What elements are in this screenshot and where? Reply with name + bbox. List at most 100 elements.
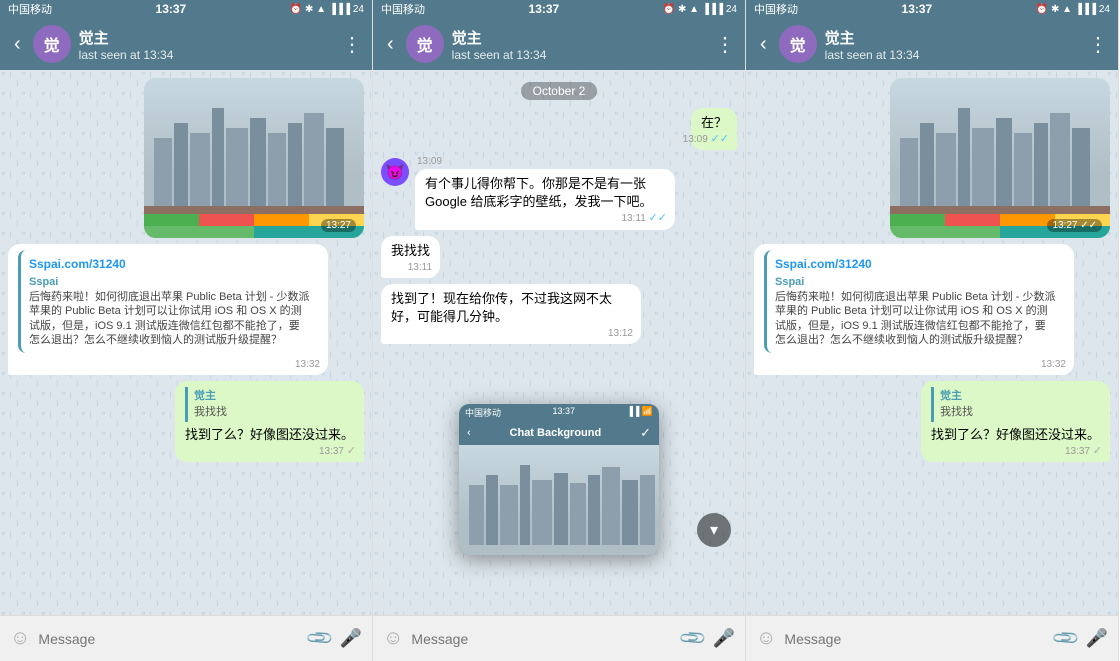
header-info-mid: 觉主 last seen at 13:34 bbox=[452, 27, 707, 62]
date-label: October 2 bbox=[521, 82, 598, 100]
ts-devil: 13:11 ✓✓ bbox=[621, 211, 667, 226]
scroll-down-button[interactable]: ▾ bbox=[697, 513, 731, 547]
more-button-mid[interactable]: ⋮ bbox=[715, 32, 735, 57]
chat-area-right: 13:27 ✓✓ Sspai.com/31240 Sspai 后悔药来啦！如何彻… bbox=[746, 70, 1118, 615]
phone-overlay: 中国移动 13:37 ▐▐ 📶 ‹ Chat Background ✓ bbox=[459, 404, 659, 555]
ph-header: ‹ Chat Background ✓ bbox=[459, 421, 659, 445]
msg-row-link-left: Sspai.com/31240 Sspai 后悔药来啦！如何彻底退出苹果 Pub… bbox=[8, 244, 364, 375]
icons-right: ⏰ ✱ ▲ ▐▐▐ 24 bbox=[1036, 4, 1110, 15]
msg-row-image-left: 13:27 bbox=[8, 78, 364, 238]
attach-button-right[interactable]: 📎 bbox=[1051, 623, 1082, 654]
ts-zai: 13:09 ✓✓ bbox=[683, 132, 729, 147]
avatar-mid: 觉 bbox=[406, 25, 444, 63]
link-bubble-left: Sspai.com/31240 Sspai 后悔药来啦！如何彻底退出苹果 Pub… bbox=[8, 244, 328, 375]
link-desc-left: 后悔药来啦！如何彻底退出苹果 Public Beta 计划 - 少数派 bbox=[29, 290, 310, 304]
carrier-right: 中国移动 bbox=[754, 1, 798, 17]
link-desc2-right: 苹果的 Public Beta 计划可以让你试用 iOS 和 OS X 的测试版… bbox=[775, 304, 1056, 347]
last-seen-right: last seen at 13:34 bbox=[825, 48, 1080, 62]
chat-area-left: 13:27 Sspai.com/31240 Sspai 后悔药来啦！如何彻底退出… bbox=[0, 70, 372, 615]
mic-button-right[interactable]: 🎤 bbox=[1086, 628, 1108, 649]
devil-avatar: 😈 bbox=[381, 158, 409, 186]
icons-mid: ⏰ ✱ ▲ ▐▐▐ 24 bbox=[663, 4, 737, 15]
msg-wozhaozha-row: 我找找 13:11 bbox=[381, 236, 737, 278]
header-mid: ‹ 觉 觉主 last seen at 13:34 ⋮ bbox=[373, 18, 745, 70]
msg-row-reply-right: 觉主 我找找 找到了么？好像图还没过来。 13:37 ✓ bbox=[754, 381, 1110, 462]
emoji-button-mid[interactable]: ☺ bbox=[383, 627, 403, 650]
ph-check-icon[interactable]: ✓ bbox=[640, 425, 651, 441]
link-url-left[interactable]: Sspai.com/31240 bbox=[29, 256, 310, 273]
ph-back[interactable]: ‹ bbox=[467, 427, 471, 439]
panel-right: 中国移动 13:37 ⏰ ✱ ▲ ▐▐▐ 24 ‹ 觉 觉主 last seen… bbox=[746, 0, 1119, 661]
more-button-right[interactable]: ⋮ bbox=[1088, 32, 1108, 57]
bubble-wozhaozha: 我找找 13:11 bbox=[381, 236, 440, 278]
msg-zai: 在？ 13:09 ✓✓ bbox=[381, 108, 737, 150]
last-seen-mid: last seen at 13:34 bbox=[452, 48, 707, 62]
link-card-right: Sspai.com/31240 Sspai 后悔药来啦！如何彻底退出苹果 Pub… bbox=[764, 250, 1064, 353]
image-bubble-left: 13:27 bbox=[144, 78, 364, 238]
link-ts-left: 13:32 bbox=[295, 358, 320, 372]
header-left: ‹ 觉 觉主 last seen at 13:34 ⋮ bbox=[0, 18, 372, 70]
input-bar-right: ☺ 📎 🎤 bbox=[746, 615, 1118, 661]
time-left: 13:37 bbox=[156, 2, 187, 16]
message-input-right[interactable] bbox=[784, 631, 1047, 647]
contact-name-mid: 觉主 bbox=[452, 27, 707, 48]
attach-button-left[interactable]: 📎 bbox=[305, 623, 336, 654]
msg-devil-ts1: 13:09 bbox=[415, 156, 675, 167]
bubble-found: 找到了！现在给你传，不过我这网不太好，可能得几分钟。 13:12 bbox=[381, 284, 641, 344]
chat-background-title: Chat Background bbox=[475, 427, 636, 439]
link-desc1-right: 后悔药来啦！如何彻底退出苹果 Public Beta 计划 - 少数派 bbox=[775, 290, 1056, 304]
msg-devil-row: 😈 13:09 有个事儿得你帮下。你那是不是有一张 Google 给底彩字的壁纸… bbox=[381, 156, 737, 229]
image-bubble-right: 13:27 ✓✓ bbox=[890, 78, 1110, 238]
contact-name-left: 觉主 bbox=[79, 27, 334, 48]
status-bar-right: 中国移动 13:37 ⏰ ✱ ▲ ▐▐▐ 24 bbox=[746, 0, 1118, 18]
emoji-button-right[interactable]: ☺ bbox=[756, 627, 776, 650]
carrier-mid: 中国移动 bbox=[381, 1, 425, 17]
more-button-left[interactable]: ⋮ bbox=[342, 32, 362, 57]
time-mid: 13:37 bbox=[529, 2, 560, 16]
last-seen-left: last seen at 13:34 bbox=[79, 48, 334, 62]
attach-button-mid[interactable]: 📎 bbox=[678, 623, 709, 654]
reply-ts-right: 13:37 ✓ bbox=[1065, 444, 1102, 459]
bubble-zai: 在？ 13:09 ✓✓ bbox=[691, 108, 737, 150]
back-button-left[interactable]: ‹ bbox=[10, 29, 25, 60]
msg-row-image-right: 13:27 ✓✓ bbox=[754, 78, 1110, 238]
msg-row-link-right: Sspai.com/31240 Sspai 后悔药来啦！如何彻底退出苹果 Pub… bbox=[754, 244, 1110, 375]
ts-found: 13:12 bbox=[608, 327, 633, 341]
icons-left: ⏰ ✱ ▲ ▐▐▐ 24 bbox=[290, 4, 364, 15]
panel-left: 中国移动 13:37 ⏰ ✱ ▲ ▐▐▐ 24 ‹ 觉 觉主 last seen… bbox=[0, 0, 373, 661]
back-button-right[interactable]: ‹ bbox=[756, 29, 771, 60]
mic-button-mid[interactable]: 🎤 bbox=[713, 628, 735, 649]
mic-button-left[interactable]: 🎤 bbox=[340, 628, 362, 649]
header-info-left: 觉主 last seen at 13:34 bbox=[79, 27, 334, 62]
link-ts-right: 13:32 bbox=[1041, 358, 1066, 372]
link-source-left: Sspai bbox=[29, 275, 310, 290]
avatar-right: 觉 bbox=[779, 25, 817, 63]
status-bar-mid: 中国移动 13:37 ⏰ ✱ ▲ ▐▐▐ 24 bbox=[373, 0, 745, 18]
reply-bubble-right: 觉主 我找找 找到了么？好像图还没过来。 13:37 ✓ bbox=[921, 381, 1110, 462]
link-card-left: Sspai.com/31240 Sspai 后悔药来啦！如何彻底退出苹果 Pub… bbox=[18, 250, 318, 353]
link-url-right[interactable]: Sspai.com/31240 bbox=[775, 256, 1056, 273]
carrier-left: 中国移动 bbox=[8, 1, 52, 17]
msg-found-row: 找到了！现在给你传，不过我这网不太好，可能得几分钟。 13:12 bbox=[381, 284, 737, 344]
image-ts-right: 13:27 ✓✓ bbox=[1047, 219, 1102, 232]
header-info-right: 觉主 last seen at 13:34 bbox=[825, 27, 1080, 62]
link-source-right: Sspai bbox=[775, 275, 1056, 290]
link-bubble-right: Sspai.com/31240 Sspai 后悔药来啦！如何彻底退出苹果 Pub… bbox=[754, 244, 1074, 375]
panel-middle: 中国移动 13:37 ⏰ ✱ ▲ ▐▐▐ 24 ‹ 觉 觉主 last seen… bbox=[373, 0, 746, 661]
link-desc2-left: 苹果的 Public Beta 计划可以让你试用 iOS 和 OS X 的测试版… bbox=[29, 304, 310, 347]
ph-city-image bbox=[459, 445, 659, 555]
emoji-button-left[interactable]: ☺ bbox=[10, 627, 30, 650]
reply-bubble-left: 觉主 我找找 找到了么？好像图还没过来。 13:37 ✓ bbox=[175, 381, 364, 462]
quoted-right: 觉主 我找找 bbox=[931, 387, 1100, 422]
back-button-mid[interactable]: ‹ bbox=[383, 29, 398, 60]
message-input-left[interactable] bbox=[38, 631, 301, 647]
image-ts-left: 13:27 bbox=[321, 219, 356, 232]
message-input-mid[interactable] bbox=[411, 631, 674, 647]
input-bar-mid: ☺ 📎 🎤 bbox=[373, 615, 745, 661]
bubble-devil: 有个事儿得你帮下。你那是不是有一张 Google 给底彩字的壁纸，发我一下吧。 … bbox=[415, 169, 675, 229]
ts-wozhaozha: 13:11 bbox=[408, 261, 432, 275]
contact-name-right: 觉主 bbox=[825, 27, 1080, 48]
reply-ts-left: 13:37 ✓ bbox=[319, 444, 356, 459]
time-right: 13:37 bbox=[902, 2, 933, 16]
quoted-left: 觉主 我找找 bbox=[185, 387, 354, 422]
